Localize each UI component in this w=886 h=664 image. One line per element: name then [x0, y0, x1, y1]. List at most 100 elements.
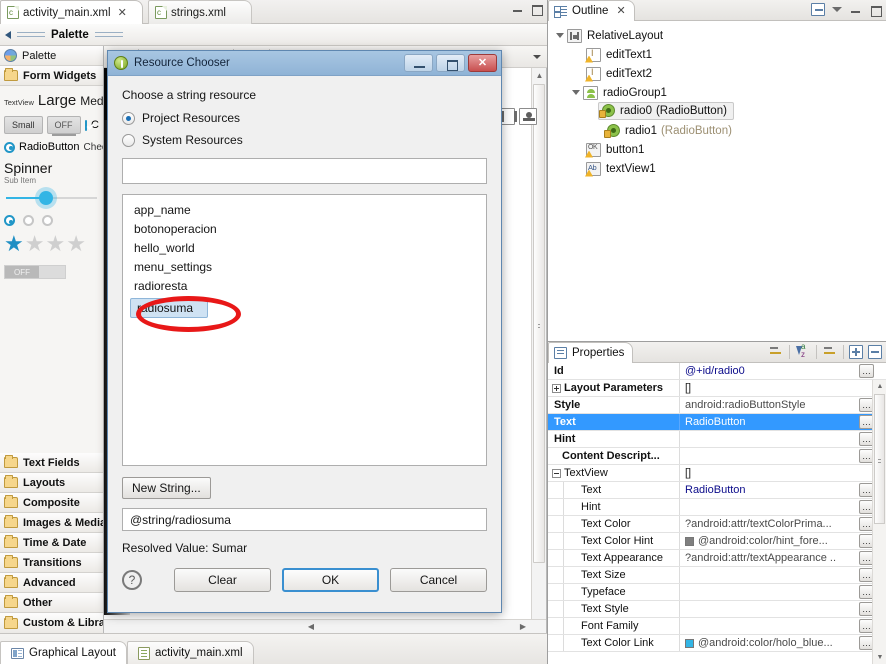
show-structure-icon[interactable]: [519, 108, 537, 125]
resource-filter-input[interactable]: [122, 158, 487, 184]
palette-section-transitions[interactable]: Transitions: [0, 553, 103, 573]
palette-section-text-fields[interactable]: Text Fields: [0, 453, 103, 473]
property-value-cell[interactable]: …: [680, 618, 886, 634]
tree-item-relativelayout[interactable]: RelativeLayout: [548, 26, 886, 45]
property-value-cell[interactable]: @android:color/hint_fore... …: [680, 533, 886, 549]
expander-plus-icon[interactable]: [552, 383, 561, 393]
property-row-hint[interactable]: Hint …: [548, 431, 886, 448]
property-value-cell[interactable]: …: [680, 499, 886, 515]
list-item[interactable]: botonoperacion: [123, 220, 486, 239]
toolbar-overflow[interactable]: [527, 54, 547, 59]
property-value-cell[interactable]: android:radioButtonStyle …: [680, 397, 886, 413]
resource-value-field[interactable]: @string/radiosuma: [122, 508, 487, 531]
property-value-cell[interactable]: []: [680, 380, 886, 396]
show-advanced-icon[interactable]: [768, 344, 784, 360]
minimize-icon[interactable]: [404, 54, 433, 72]
chevron-down-icon[interactable]: [533, 54, 541, 59]
radio-system-resources[interactable]: System Resources: [122, 133, 487, 147]
property-row-style[interactable]: Style android:radioButtonStyle …: [548, 397, 886, 414]
property-row-textview-text[interactable]: Text RadioButton …: [548, 482, 886, 499]
property-row-text[interactable]: Text RadioButton …: [548, 414, 886, 431]
radio-project-resources[interactable]: Project Resources: [122, 111, 487, 125]
property-row-text-color-link[interactable]: Text Color Link @android:color/holo_blue…: [548, 635, 886, 652]
property-edit-button[interactable]: …: [859, 364, 874, 378]
collapse-all-icon[interactable]: [811, 3, 825, 16]
property-value-cell[interactable]: []: [680, 465, 886, 481]
properties-tab[interactable]: Properties: [548, 341, 634, 363]
expander-minus-icon[interactable]: [552, 468, 561, 478]
radio-selected-icon[interactable]: [122, 111, 135, 125]
scroll-up-icon[interactable]: ▲: [873, 380, 886, 393]
canvas-horizontal-scrollbar[interactable]: ◀ ▶: [104, 619, 546, 633]
list-item[interactable]: app_name: [123, 201, 486, 220]
property-value-cell[interactable]: …: [680, 601, 886, 617]
collapse-left-icon[interactable]: [5, 30, 11, 39]
list-item[interactable]: menu_settings: [123, 258, 486, 277]
expand-all-icon[interactable]: [849, 345, 863, 359]
properties-scrollbar[interactable]: ▲ ▼: [872, 380, 886, 664]
resource-chooser-dialog[interactable]: Resource Chooser Choose a string resourc…: [107, 50, 502, 613]
palette-section-form-widgets[interactable]: Form Widgets: [0, 66, 103, 86]
twisty-expanded-icon[interactable]: [572, 90, 580, 95]
collapse-all-icon[interactable]: [868, 345, 882, 359]
tree-item-textview1[interactable]: textView1: [548, 159, 886, 178]
tree-item-edittext1[interactable]: editText1: [548, 45, 886, 64]
tree-item-edittext2[interactable]: editText2: [548, 64, 886, 83]
property-value-cell[interactable]: RadioButton …: [680, 482, 886, 498]
twisty-expanded-icon[interactable]: [556, 33, 564, 38]
palette-item-text-row[interactable]: TextView Large Medium: [4, 92, 103, 109]
property-row-typeface[interactable]: Typeface …: [548, 584, 886, 601]
list-item[interactable]: hello_world: [123, 239, 486, 258]
editor-tab-strings[interactable]: strings.xml: [148, 0, 252, 24]
property-value-cell[interactable]: …: [680, 431, 886, 447]
property-value-cell[interactable]: RadioButton …: [680, 414, 886, 430]
property-value-cell[interactable]: ?android:attr/textColorPrima... …: [680, 516, 886, 532]
scroll-left-icon[interactable]: ◀: [304, 620, 318, 633]
palette-section-custom-library-views[interactable]: Custom & Library Views: [0, 613, 103, 633]
property-row-textview-group[interactable]: TextView []: [548, 465, 886, 482]
default-values-icon[interactable]: [822, 344, 838, 360]
property-row-layout-parameters[interactable]: Layout Parameters []: [548, 380, 886, 397]
palette-section-layouts[interactable]: Layouts: [0, 473, 103, 493]
tree-item-radio0[interactable]: radio0 (RadioButton): [598, 102, 734, 120]
scrollbar-thumb[interactable]: [874, 394, 885, 524]
cancel-button[interactable]: Cancel: [390, 568, 487, 592]
bottom-tab-graphical-layout[interactable]: Graphical Layout: [0, 641, 127, 664]
tree-item-radiogroup1[interactable]: radioGroup1: [548, 83, 886, 102]
property-value-cell[interactable]: @+id/radio0 …: [680, 363, 886, 379]
dialog-title-bar[interactable]: Resource Chooser: [108, 51, 501, 76]
checkbox-icon[interactable]: [84, 119, 88, 131]
property-value-cell[interactable]: …: [680, 448, 886, 464]
property-row-text-size[interactable]: Text Size …: [548, 567, 886, 584]
palette-item-small-button[interactable]: Small: [4, 116, 43, 134]
clear-button[interactable]: Clear: [174, 568, 271, 592]
minimize-icon[interactable]: [511, 2, 524, 15]
close-icon[interactable]: [468, 54, 497, 72]
property-value-cell[interactable]: @android:color/holo_blue... …: [680, 635, 886, 651]
property-value-cell[interactable]: …: [680, 584, 886, 600]
maximize-icon[interactable]: [869, 3, 882, 17]
list-item-selected[interactable]: radiosuma: [130, 298, 209, 318]
tree-item-button1[interactable]: button1: [548, 140, 886, 159]
sort-alpha-icon[interactable]: [795, 342, 811, 360]
property-row-text-appearance[interactable]: Text Appearance ?android:attr/textAppear…: [548, 550, 886, 567]
seekbar-thumb[interactable]: [38, 191, 53, 205]
outline-tab[interactable]: Outline ✕: [548, 0, 635, 21]
property-value-cell[interactable]: …: [680, 567, 886, 583]
radio-empty-icon[interactable]: [122, 133, 135, 147]
palette-section-time-date[interactable]: Time & Date: [0, 533, 103, 553]
palette-section-composite[interactable]: Composite: [0, 493, 103, 513]
scrollbar-thumb[interactable]: [533, 84, 545, 563]
property-row-text-color-hint[interactable]: Text Color Hint @android:color/hint_fore…: [548, 533, 886, 550]
property-row-font-family[interactable]: Font Family …: [548, 618, 886, 635]
resource-list[interactable]: app_name botonoperacion hello_world menu…: [122, 194, 487, 466]
property-value-cell[interactable]: ?android:attr/textAppearance .. …: [680, 550, 886, 566]
view-menu-icon[interactable]: [832, 7, 842, 12]
scroll-right-icon[interactable]: ▶: [516, 620, 530, 633]
scroll-up-icon[interactable]: ▲: [532, 68, 546, 83]
new-string-button[interactable]: New String...: [122, 477, 211, 499]
ok-button[interactable]: OK: [282, 568, 379, 592]
bottom-tab-activity-main-xml[interactable]: activity_main.xml: [126, 641, 254, 664]
close-icon[interactable]: ✕: [118, 6, 127, 19]
property-row-content-description[interactable]: Content Descript... …: [548, 448, 886, 465]
